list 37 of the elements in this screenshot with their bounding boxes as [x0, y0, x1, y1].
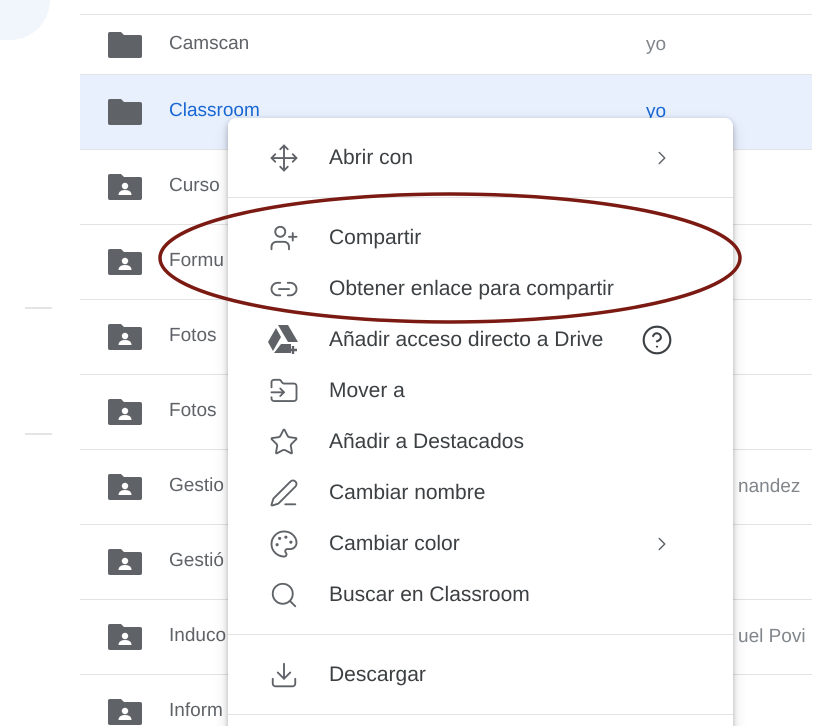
file-name: Formu	[169, 249, 224, 273]
shared-folder-icon	[108, 399, 142, 425]
file-owner: nandez	[738, 475, 800, 499]
file-name: Induco	[169, 624, 226, 648]
folder-icon	[108, 32, 142, 58]
shared-folder-icon	[108, 174, 142, 200]
file-owner: uel Povi	[738, 625, 806, 649]
file-owner: yo	[646, 32, 666, 56]
file-name: Classroom	[169, 99, 260, 123]
folder-icon	[108, 99, 142, 125]
file-name: Fotos	[169, 324, 217, 348]
help-icon[interactable]	[641, 324, 673, 356]
menu-item[interactable]: Añadir acceso directo a Drive	[228, 314, 733, 365]
move-arrows-icon	[269, 142, 299, 172]
file-name: Gestio	[169, 474, 224, 498]
menu-item[interactable]: Compartir	[228, 212, 733, 263]
menu-item[interactable]: Cambiar color	[228, 518, 733, 569]
menu-item[interactable]: Cambiar nombre	[228, 467, 733, 518]
star-icon	[269, 426, 299, 456]
shared-folder-icon	[108, 549, 142, 575]
shared-folder-icon	[108, 324, 142, 350]
menu-item[interactable]: Descargar	[228, 649, 733, 700]
drive-add-icon	[267, 324, 301, 356]
shared-folder-icon	[108, 624, 142, 650]
palette-icon	[269, 528, 299, 558]
menu-item[interactable]: Añadir a Destacados	[228, 416, 733, 467]
menu-item[interactable]: Obtener enlace para compartir	[228, 263, 733, 314]
file-name: Curso	[169, 174, 220, 198]
menu-item[interactable]: Buscar en Classroom	[228, 569, 733, 620]
file-name: Inform	[169, 699, 223, 723]
file-name: Gestió	[169, 549, 224, 573]
file-name: Fotos	[169, 399, 217, 423]
shared-folder-icon	[108, 249, 142, 275]
shared-folder-icon	[108, 474, 142, 500]
pencil-icon	[269, 478, 299, 508]
file-name: Camscan	[169, 32, 250, 56]
menu-item[interactable]: Mover a	[228, 365, 733, 416]
